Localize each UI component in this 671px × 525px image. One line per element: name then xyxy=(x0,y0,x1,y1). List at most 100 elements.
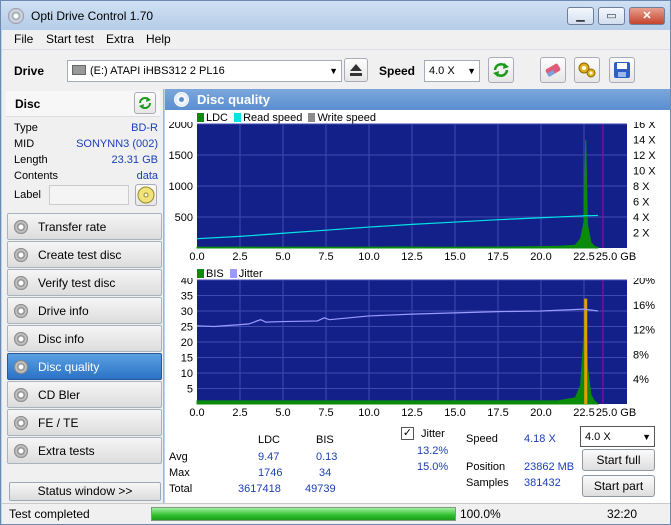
drive-select[interactable]: (E:) ATAPI iHBS312 2 PL16 ▼ xyxy=(67,60,342,82)
minimize-button[interactable]: ▁ xyxy=(567,7,594,25)
test-speed-select[interactable]: 4.0 X ▼ xyxy=(580,426,655,447)
disc-icon xyxy=(14,276,28,290)
title-bar[interactable]: Opti Drive Control 1.70 ▁ ▭ ✕ xyxy=(1,1,670,30)
disc-write-icon xyxy=(137,186,155,204)
chevron-down-icon: ▼ xyxy=(467,66,476,76)
nav-verify-test-disc[interactable]: Verify test disc xyxy=(7,269,162,296)
close-button[interactable]: ✕ xyxy=(629,7,665,25)
max-ldc: 1746 xyxy=(258,467,283,479)
settings-button[interactable] xyxy=(574,57,600,83)
y-right-tick-label: 4% xyxy=(633,374,649,386)
y-right-tick-label: 16% xyxy=(633,300,655,312)
start-part-button[interactable]: Start part xyxy=(582,475,655,497)
y-left-tick-label: 2000 xyxy=(169,122,193,131)
y-right-tick-label: 8% xyxy=(633,349,649,361)
panel-header: Disc quality xyxy=(165,89,670,110)
progress-fill xyxy=(152,508,455,520)
max-bis: 34 xyxy=(319,467,332,479)
menu-file[interactable]: File xyxy=(14,32,33,46)
menu-extra[interactable]: Extra xyxy=(106,32,134,46)
x-tick-label: 22.5 xyxy=(573,251,594,263)
menu-start-test[interactable]: Start test xyxy=(46,32,94,46)
speed-label: Speed xyxy=(379,64,416,78)
info-key: Length xyxy=(14,154,48,166)
save-icon xyxy=(614,62,630,78)
disc-icon xyxy=(14,332,28,346)
erase-button[interactable] xyxy=(540,57,566,83)
eject-button[interactable] xyxy=(344,58,368,82)
read-speed-swatch xyxy=(234,113,242,122)
x-tick-label: 10.0 xyxy=(358,251,379,263)
x-tick-label: 20.0 xyxy=(530,407,551,418)
bis-swatch xyxy=(197,269,204,278)
nav-label: CD Bler xyxy=(38,388,81,402)
test-speed-value: 4.0 X xyxy=(585,431,611,443)
y-right-tick-label: 6 X xyxy=(633,197,650,209)
jitter-checkbox[interactable]: ✓ xyxy=(401,427,414,440)
app-disc-icon xyxy=(8,8,24,24)
nav-drive-info[interactable]: Drive info xyxy=(7,297,162,324)
status-bar: Test completed 100.0% 32:20 xyxy=(2,503,670,524)
x-tick-label: 2.5 xyxy=(232,407,247,418)
save-button[interactable] xyxy=(609,57,635,83)
nav-label: FE / TE xyxy=(38,416,79,430)
label-input[interactable] xyxy=(49,185,129,205)
menu-help[interactable]: Help xyxy=(146,32,171,46)
progress-text: 100.0% xyxy=(460,507,501,521)
nav-cd-bler[interactable]: CD Bler xyxy=(7,381,162,408)
status-text: Test completed xyxy=(9,507,90,521)
nav-fe-te[interactable]: FE / TE xyxy=(7,409,162,436)
row-total-label: Total xyxy=(169,483,193,495)
stats-table: LDC BIS Avg 9.47 0.13 Max 1746 34 Total … xyxy=(169,434,339,495)
chevron-down-icon: ▼ xyxy=(642,432,651,442)
disc-icon xyxy=(14,360,28,374)
y-left-tick-label: 500 xyxy=(175,212,193,224)
refresh-button[interactable] xyxy=(488,57,514,83)
x-tick-label: 10.0 xyxy=(358,407,379,418)
y-right-tick-label: 12% xyxy=(633,325,655,337)
avg-ldc: 9.47 xyxy=(258,451,280,463)
nav-extra-tests[interactable]: Extra tests xyxy=(7,437,162,464)
bis-jitter-chart: 0.0 2.5 5.0 7.5 10.0 12.5 15.0 17.5 20.0 22.5 25.0… xyxy=(181,278,655,418)
y-left-tick-label: 10 xyxy=(181,368,193,380)
nav-label: Drive info xyxy=(38,304,89,318)
y-left-tick-label: 1000 xyxy=(169,181,193,193)
jitter-swatch xyxy=(229,269,237,278)
speed-stat-value: 4.18 X xyxy=(524,433,556,445)
x-tick-label: 7.5 xyxy=(318,251,333,263)
label-apply-button[interactable] xyxy=(135,184,157,206)
app-window: Opti Drive Control 1.70 ▁ ▭ ✕ File Start… xyxy=(0,0,671,525)
y-left-tick-label: 1500 xyxy=(169,150,193,162)
col-ldc-header: LDC xyxy=(258,434,281,446)
nav-label: Create test disc xyxy=(38,248,122,262)
chevron-down-icon: ▼ xyxy=(329,66,338,76)
avg-jitter: 13.2% xyxy=(417,445,449,457)
y-right-tick-label: 4 X xyxy=(633,212,650,224)
panel-title: Disc quality xyxy=(197,92,270,107)
y-left-tick-label: 30 xyxy=(181,306,193,318)
maximize-button[interactable]: ▭ xyxy=(598,7,625,25)
avg-bis: 0.13 xyxy=(316,451,338,463)
total-ldc: 3617418 xyxy=(238,483,281,495)
window-title: Opti Drive Control 1.70 xyxy=(31,9,154,23)
nav-disc-info[interactable]: Disc info xyxy=(7,325,162,352)
info-key: Contents xyxy=(14,170,59,182)
nav-label: Extra tests xyxy=(38,444,95,458)
samples-value: 381432 xyxy=(524,477,561,489)
speed-value: 4.0 X xyxy=(429,65,455,77)
y-right-tick-label: 2 X xyxy=(633,228,650,240)
nav-disc-quality[interactable]: Disc quality xyxy=(7,353,162,380)
start-full-button[interactable]: Start full xyxy=(582,449,655,471)
nav-create-test-disc[interactable]: Create test disc xyxy=(7,241,162,268)
sidebar: Disc Type BD-R MID SONYNN3 (002) Length 23.… xyxy=(2,89,164,503)
nav-transfer-rate[interactable]: Transfer rate xyxy=(7,213,162,240)
status-window-button[interactable]: Status window >> xyxy=(9,482,161,501)
info-key: Type xyxy=(14,122,38,134)
speed-select[interactable]: 4.0 X ▼ xyxy=(424,60,480,82)
info-value: BD-R xyxy=(131,122,158,134)
nav-label: Transfer rate xyxy=(38,220,107,234)
drive-value: (E:) ATAPI iHBS312 2 PL16 xyxy=(90,65,225,77)
disc-refresh-button[interactable] xyxy=(134,92,156,114)
disc-quality-panel: Disc quality LDC Read speed Write speed … xyxy=(165,89,670,503)
speed-stat-label: Speed xyxy=(466,433,498,445)
